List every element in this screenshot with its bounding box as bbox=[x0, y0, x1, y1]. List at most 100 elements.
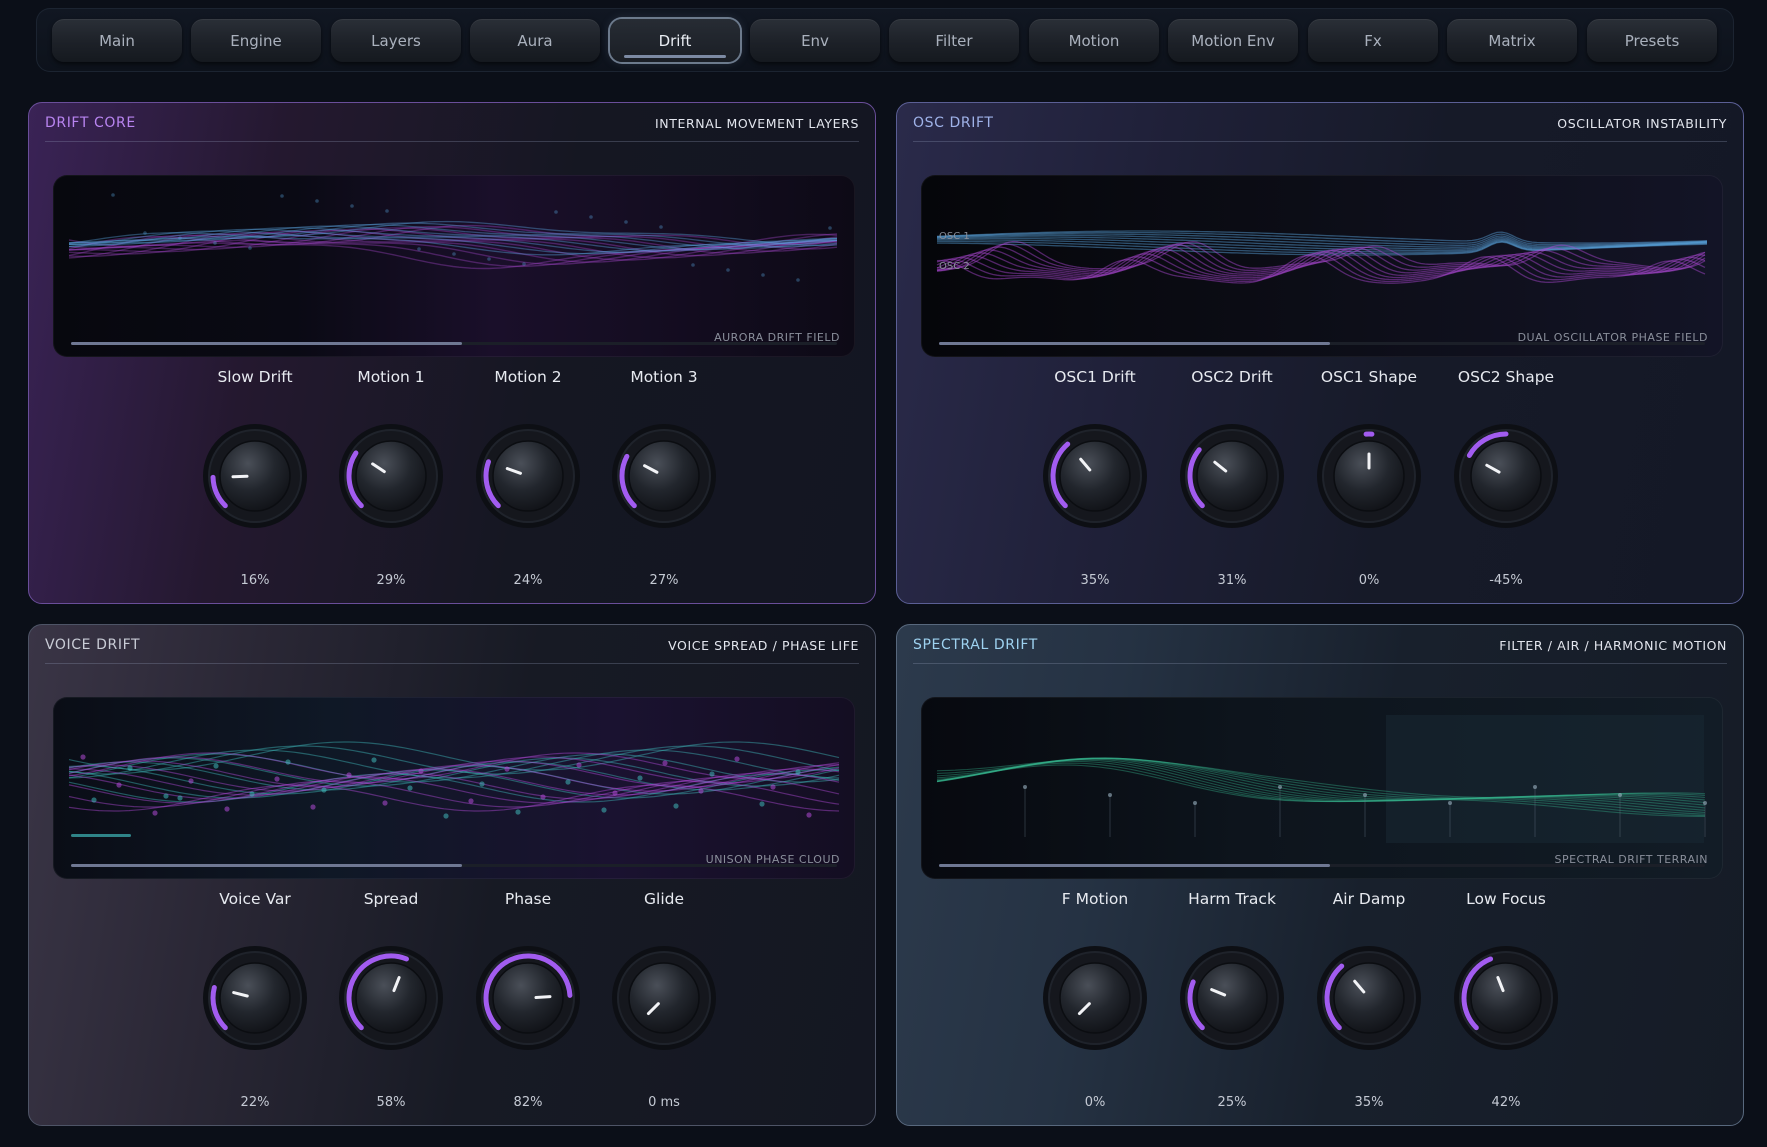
phase-knob[interactable] bbox=[473, 943, 583, 1053]
voice-phase-dot bbox=[418, 768, 424, 774]
tab-aura[interactable]: Aura bbox=[470, 19, 600, 62]
osc2-drift-knob[interactable] bbox=[1177, 421, 1287, 531]
scrub-fill bbox=[71, 342, 462, 345]
osc2-shape-knob[interactable] bbox=[1451, 421, 1561, 531]
knob-label: Motion 2 bbox=[494, 368, 562, 386]
osc1-drift-knob[interactable] bbox=[1040, 421, 1150, 531]
panel-title: SPECTRAL DRIFT bbox=[913, 637, 1038, 653]
knob-cap bbox=[219, 440, 291, 512]
scrub-track[interactable] bbox=[71, 342, 837, 345]
aurora-drift-field-display: AURORA DRIFT FIELD bbox=[53, 175, 855, 357]
knob-value: 24% bbox=[513, 573, 543, 588]
voice-phase-dot bbox=[662, 760, 668, 766]
knob-cap bbox=[1470, 962, 1542, 1034]
osc1-trace-label: OSC 1 bbox=[939, 231, 970, 242]
tab-motion-env[interactable]: Motion Env bbox=[1168, 19, 1298, 62]
unison-phase-waves bbox=[68, 741, 840, 837]
spectral-peak bbox=[1448, 801, 1452, 805]
knob-cap bbox=[492, 440, 564, 512]
voice-phase-dot bbox=[565, 779, 571, 785]
voice-phase-dot bbox=[274, 776, 280, 782]
panel-title: DRIFT CORE bbox=[45, 115, 136, 131]
voice-phase-dot bbox=[612, 790, 618, 796]
tab-layers[interactable]: Layers bbox=[331, 19, 461, 62]
particle bbox=[111, 193, 115, 197]
spectral-peak bbox=[1363, 793, 1367, 797]
voice-phase-dot bbox=[443, 813, 449, 819]
voice-phase-dot bbox=[698, 788, 704, 794]
particle bbox=[143, 231, 147, 235]
slow-drift-knob[interactable] bbox=[200, 421, 310, 531]
voice-phase-dot bbox=[127, 765, 133, 771]
particle bbox=[487, 257, 491, 261]
voice-var-knob[interactable] bbox=[200, 943, 310, 1053]
knob-cap bbox=[1059, 962, 1131, 1034]
harm-track-knob[interactable] bbox=[1177, 943, 1287, 1053]
particle bbox=[828, 226, 832, 230]
voice-phase-dot bbox=[321, 787, 327, 793]
air-damp-knob[interactable] bbox=[1314, 943, 1424, 1053]
osc1-shape-knob[interactable] bbox=[1314, 421, 1424, 531]
knob-label: Glide bbox=[644, 890, 684, 908]
spectral-peak bbox=[1193, 801, 1197, 805]
motion-3-knob[interactable] bbox=[609, 421, 719, 531]
tab-label: Drift bbox=[658, 31, 692, 50]
osc-drift-panel: OSC DRIFT OSCILLATOR INSTABILITY OSC 1 O… bbox=[896, 102, 1744, 604]
knob-label: Harm Track bbox=[1188, 890, 1276, 908]
tab-label: Main bbox=[99, 31, 135, 50]
tab-bar: Main Engine Layers Aura Drift Env Filter… bbox=[36, 8, 1734, 72]
scrub-track[interactable] bbox=[71, 864, 837, 867]
panel-title: OSC DRIFT bbox=[913, 115, 994, 131]
tab-fx[interactable]: Fx bbox=[1308, 19, 1438, 62]
tab-label: Filter bbox=[935, 31, 973, 50]
low-focus-knob[interactable] bbox=[1451, 943, 1561, 1053]
tab-matrix[interactable]: Matrix bbox=[1447, 19, 1577, 62]
voice-phase-dot bbox=[770, 784, 776, 790]
glide-knob[interactable] bbox=[609, 943, 719, 1053]
tab-label: Aura bbox=[517, 31, 553, 50]
knob-value: 22% bbox=[240, 1095, 270, 1110]
voice-phase-dot bbox=[163, 793, 169, 799]
f-motion-knob[interactable] bbox=[1040, 943, 1150, 1053]
scrub-track[interactable] bbox=[939, 864, 1705, 867]
tab-main[interactable]: Main bbox=[52, 19, 182, 62]
voice-phase-dot bbox=[80, 754, 86, 760]
motion-1-knob[interactable] bbox=[336, 421, 446, 531]
knob-label: Phase bbox=[504, 890, 552, 908]
knob-value: 0% bbox=[1084, 1095, 1106, 1110]
panel-header: VOICE DRIFT VOICE SPREAD / PHASE LIFE bbox=[45, 637, 859, 664]
knob-cap bbox=[355, 962, 427, 1034]
scrub-track[interactable] bbox=[939, 342, 1705, 345]
voice-phase-dot bbox=[576, 762, 582, 768]
tab-presets[interactable]: Presets bbox=[1587, 19, 1717, 62]
voice-phase-dot bbox=[177, 795, 183, 801]
knob-cap bbox=[1470, 440, 1542, 512]
knob-label: Air Damp bbox=[1332, 890, 1406, 908]
tab-drift[interactable]: Drift bbox=[610, 19, 740, 62]
spectral-peak bbox=[1023, 785, 1027, 789]
knob-label: Low Focus bbox=[1466, 890, 1546, 908]
aurora-drift-field-waves bbox=[68, 193, 838, 282]
voice-phase-dot bbox=[224, 806, 230, 812]
voice-phase-dot bbox=[116, 782, 122, 788]
particle bbox=[624, 220, 628, 224]
knob-cap bbox=[492, 962, 564, 1034]
voice-phase-dot bbox=[709, 771, 715, 777]
knob-cap bbox=[219, 962, 291, 1034]
tab-env[interactable]: Env bbox=[750, 19, 880, 62]
voice-phase-dot bbox=[213, 763, 219, 769]
spread-knob[interactable] bbox=[336, 943, 446, 1053]
spectral-peak bbox=[1533, 785, 1537, 789]
knob-value: 27% bbox=[649, 573, 679, 588]
knob-cap bbox=[1333, 962, 1405, 1034]
motion-2-knob[interactable] bbox=[473, 421, 583, 531]
tab-motion[interactable]: Motion bbox=[1029, 19, 1159, 62]
tab-filter[interactable]: Filter bbox=[889, 19, 1019, 62]
tab-engine[interactable]: Engine bbox=[191, 19, 321, 62]
knob-value: 58% bbox=[376, 1095, 406, 1110]
knob-label: OSC1 Drift bbox=[1054, 368, 1136, 386]
scrub-fill bbox=[939, 864, 1330, 867]
drift-core-panel: DRIFT CORE INTERNAL MOVEMENT LAYERS AURO… bbox=[28, 102, 876, 604]
knob-cap bbox=[628, 962, 700, 1034]
voice-phase-dot bbox=[152, 810, 158, 816]
